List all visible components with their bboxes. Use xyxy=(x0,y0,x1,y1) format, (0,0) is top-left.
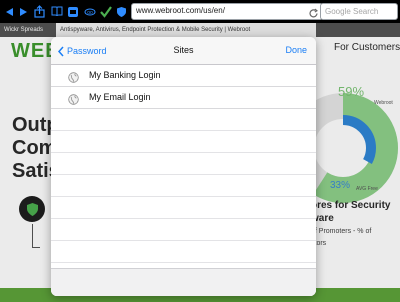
popover-footer xyxy=(51,268,316,296)
empty-row xyxy=(51,109,316,131)
search-placeholder: Google Search xyxy=(325,7,379,16)
reload-icon[interactable] xyxy=(308,6,319,18)
password-manager-icon[interactable]: oo xyxy=(83,2,97,21)
back-arrow-icon[interactable] xyxy=(3,2,16,21)
svg-text:oo: oo xyxy=(87,10,93,16)
empty-row xyxy=(51,175,316,197)
site-label: My Banking Login xyxy=(89,70,161,80)
browser-toolbar: oo www.webroot.com/us/en/ Google Search xyxy=(0,0,400,23)
address-bar[interactable]: www.webroot.com/us/en/ xyxy=(131,3,323,20)
bookmarks-icon[interactable] xyxy=(49,2,64,21)
empty-row xyxy=(51,241,316,263)
extension-icon[interactable] xyxy=(66,2,80,21)
globe-icon xyxy=(68,70,79,83)
forward-arrow-icon[interactable] xyxy=(17,2,30,21)
webroot-check-icon[interactable] xyxy=(99,2,113,21)
address-bar-url: www.webroot.com/us/en/ xyxy=(136,6,225,15)
site-row-banking[interactable]: My Banking Login xyxy=(51,65,316,87)
popover-title: Sites xyxy=(173,45,194,55)
site-row-email[interactable]: My Email Login xyxy=(51,87,316,109)
popover-nav-bar: Password Sites Done xyxy=(51,37,316,65)
sites-list: My Banking Login My Email Login xyxy=(51,65,316,296)
globe-icon xyxy=(68,92,79,105)
tab-wickr[interactable]: Wickr Spreads xyxy=(0,23,56,37)
empty-row xyxy=(51,197,316,219)
shield-toolbar-icon[interactable] xyxy=(114,2,128,21)
done-button[interactable]: Done xyxy=(285,45,307,55)
share-icon[interactable] xyxy=(32,2,47,21)
empty-row xyxy=(51,131,316,153)
site-label: My Email Login xyxy=(89,92,151,102)
tab-bar: Wickr Spreads Antispyware, Antivirus, En… xyxy=(0,23,400,37)
search-field[interactable]: Google Search xyxy=(320,3,398,20)
empty-row xyxy=(51,219,316,241)
tab-webroot[interactable]: Antispyware, Antivirus, Endpoint Protect… xyxy=(56,23,316,37)
password-sites-popover: Password Sites Done My Banking Login My … xyxy=(51,37,316,296)
empty-row xyxy=(51,153,316,175)
